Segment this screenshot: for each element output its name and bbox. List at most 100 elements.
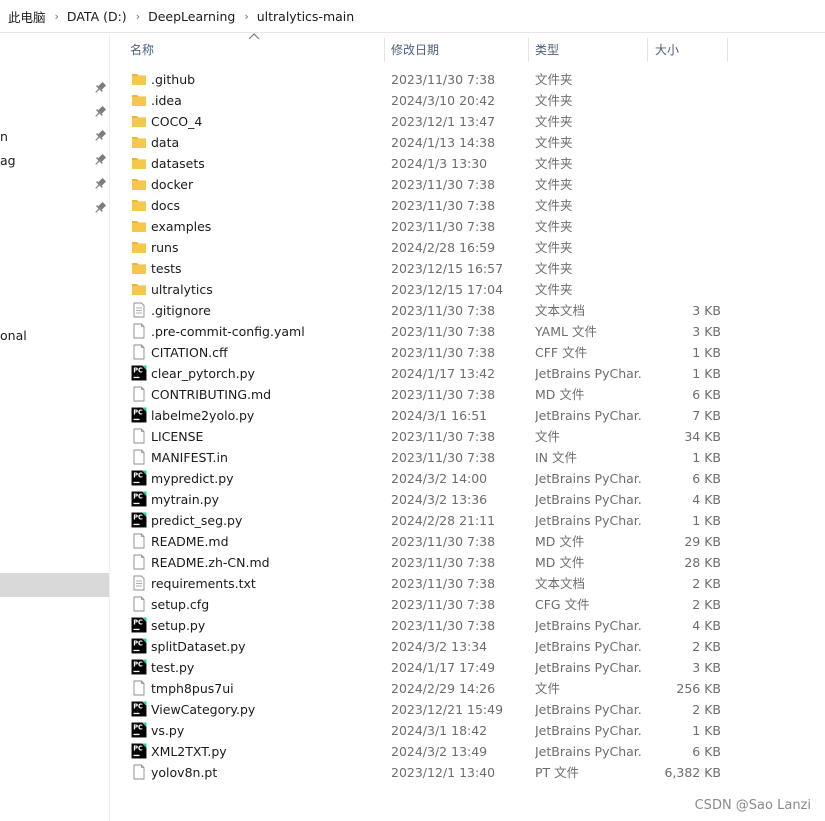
file-date: 2024/3/2 13:34 — [391, 639, 488, 654]
column-divider[interactable] — [528, 38, 529, 62]
chevron-right-icon[interactable]: › — [244, 10, 248, 23]
file-row[interactable]: README.md 2023/11/30 7:38 MD 文件 29 KB — [110, 531, 825, 552]
column-header-date[interactable]: 修改日期 — [391, 34, 439, 66]
file-size — [650, 195, 721, 216]
file-type: JetBrains PyChar... — [535, 744, 643, 759]
file-row[interactable]: PC XML2TXT.py 2024/3/2 13:49 JetBrains PyCh… — [110, 741, 825, 762]
pin-icon[interactable] — [92, 176, 108, 192]
file-row[interactable]: PC vs.py 2024/3/1 18:42 JetBrains PyChar...… — [110, 720, 825, 741]
svg-text:PC: PC — [133, 661, 143, 669]
file-row[interactable]: MANIFEST.in 2023/11/30 7:38 IN 文件 1 KB — [110, 447, 825, 468]
file-row[interactable]: PC clear_pytorch.py 2024/1/17 13:42 JetBrai… — [110, 363, 825, 384]
nav-item-partial[interactable]: n — [0, 129, 8, 147]
pin-icon[interactable] — [92, 152, 108, 168]
file-row[interactable]: PC setup.py 2023/11/30 7:38 JetBrains PyCha… — [110, 615, 825, 636]
file-row[interactable]: requirements.txt 2023/11/30 7:38 文本文档 2 KB — [110, 573, 825, 594]
file-name: XML2TXT.py — [151, 744, 227, 759]
pycharm-file-icon: PC — [131, 512, 147, 528]
nav-item-partial[interactable]: ag — [0, 153, 16, 171]
column-header-type[interactable]: 类型 — [535, 34, 559, 66]
file-row[interactable]: PC mypredict.py 2024/3/2 14:00 JetBrains Py… — [110, 468, 825, 489]
chevron-right-icon[interactable]: › — [136, 10, 140, 23]
file-date: 2024/3/2 14:00 — [391, 471, 488, 486]
file-name: CITATION.cff — [151, 345, 228, 360]
svg-text:PC: PC — [133, 640, 143, 648]
file-name: examples — [151, 219, 212, 234]
folder-row[interactable]: docker 2023/11/30 7:38 文件夹 — [110, 174, 825, 195]
folder-row[interactable]: COCO_4 2023/12/1 13:47 文件夹 — [110, 111, 825, 132]
breadcrumb-this-pc[interactable]: 此电脑 — [8, 7, 46, 26]
folder-row[interactable]: data 2024/1/13 14:38 文件夹 — [110, 132, 825, 153]
file-row[interactable]: PC splitDataset.py 2024/3/2 13:34 JetBrains… — [110, 636, 825, 657]
file-row[interactable]: CONTRIBUTING.md 2023/11/30 7:38 MD 文件 6 KB — [110, 384, 825, 405]
file-size — [650, 279, 721, 300]
folder-row[interactable]: runs 2024/2/28 16:59 文件夹 — [110, 237, 825, 258]
file-row[interactable]: yolov8n.pt 2023/12/1 13:40 PT 文件 6,382 KB — [110, 762, 825, 783]
file-type: 文件夹 — [535, 156, 573, 171]
column-divider[interactable] — [647, 38, 648, 62]
svg-text:PC: PC — [133, 409, 143, 417]
column-divider[interactable] — [384, 38, 385, 62]
folder-icon — [132, 116, 146, 127]
file-date: 2024/3/10 20:42 — [391, 93, 496, 108]
file-size: 29 KB — [684, 534, 721, 549]
file-row[interactable]: setup.cfg 2023/11/30 7:38 CFG 文件 2 KB — [110, 594, 825, 615]
navigation-pane: n ag onal — [0, 34, 110, 821]
file-row[interactable]: README.zh-CN.md 2023/11/30 7:38 MD 文件 28 KB — [110, 552, 825, 573]
file-row[interactable]: PC ViewCategory.py 2023/12/21 15:49 JetBrai… — [110, 699, 825, 720]
nav-item-partial[interactable]: onal — [0, 328, 27, 346]
folder-icon — [132, 221, 146, 232]
file-size: 2 KB — [692, 576, 721, 591]
file-date: 2023/11/30 7:38 — [391, 597, 496, 612]
file-row[interactable]: PC labelme2yolo.py 2024/3/1 16:51 JetBrains… — [110, 405, 825, 426]
folder-row[interactable]: tests 2023/12/15 16:57 文件夹 — [110, 258, 825, 279]
file-row[interactable]: .gitignore 2023/11/30 7:38 文本文档 3 KB — [110, 300, 825, 321]
file-type: JetBrains PyChar... — [535, 618, 643, 633]
file-size: 28 KB — [684, 555, 721, 570]
breadcrumb-deeplearning[interactable]: DeepLearning — [148, 9, 235, 24]
file-row[interactable]: PC predict_seg.py 2024/2/28 21:11 JetBrains… — [110, 510, 825, 531]
column-divider[interactable] — [727, 38, 728, 62]
file-row[interactable]: LICENSE 2023/11/30 7:38 文件 34 KB — [110, 426, 825, 447]
folder-row[interactable]: .idea 2024/3/10 20:42 文件夹 — [110, 90, 825, 111]
file-row[interactable]: tmph8pus7ui 2024/2/29 14:26 文件 256 KB — [110, 678, 825, 699]
file-type: 文本文档 — [535, 303, 586, 318]
file-row[interactable]: CITATION.cff 2023/11/30 7:38 CFF 文件 1 KB — [110, 342, 825, 363]
pin-icon[interactable] — [92, 200, 108, 216]
file-name: mypredict.py — [151, 471, 234, 486]
file-date: 2023/11/30 7:38 — [391, 72, 496, 87]
folder-row[interactable]: docs 2023/11/30 7:38 文件夹 — [110, 195, 825, 216]
file-date: 2023/12/1 13:40 — [391, 765, 496, 780]
column-header-name[interactable]: 名称 — [130, 34, 154, 66]
file-type: 文件夹 — [535, 219, 573, 234]
file-name: mytrain.py — [151, 492, 219, 507]
file-name: setup.py — [151, 618, 206, 633]
pin-icon[interactable] — [92, 104, 108, 120]
column-header-size[interactable]: 大小 — [655, 34, 679, 66]
breadcrumb-current-folder[interactable]: ultralytics-main — [257, 9, 354, 24]
file-size — [650, 132, 721, 153]
file-date: 2023/11/30 7:38 — [391, 534, 496, 549]
file-size: 6 KB — [692, 744, 721, 759]
file-date: 2023/11/30 7:38 — [391, 450, 496, 465]
pin-icon[interactable] — [92, 80, 108, 96]
file-size — [650, 216, 721, 237]
file-row[interactable]: .pre-commit-config.yaml 2023/11/30 7:38 YA… — [110, 321, 825, 342]
file-icon — [133, 449, 145, 465]
file-type: IN 文件 — [535, 450, 578, 465]
file-type: 文件夹 — [535, 198, 573, 213]
folder-row[interactable]: ultralytics 2023/12/15 17:04 文件夹 — [110, 279, 825, 300]
file-date: 2023/11/30 7:38 — [391, 429, 496, 444]
pin-icon[interactable] — [92, 128, 108, 144]
file-row[interactable]: PC mytrain.py 2024/3/2 13:36 JetBrains PyCh… — [110, 489, 825, 510]
file-row[interactable]: PC test.py 2024/1/17 17:49 JetBrains PyChar… — [110, 657, 825, 678]
breadcrumb-drive[interactable]: DATA (D:) — [67, 9, 127, 24]
file-name: COCO_4 — [151, 114, 203, 129]
folder-row[interactable]: examples 2023/11/30 7:38 文件夹 — [110, 216, 825, 237]
folder-row[interactable]: .github 2023/11/30 7:38 文件夹 — [110, 69, 825, 90]
chevron-right-icon[interactable]: › — [55, 10, 59, 23]
nav-item-selected[interactable] — [0, 573, 109, 597]
file-date: 2023/12/15 16:57 — [391, 261, 504, 276]
file-icon — [133, 596, 145, 612]
folder-row[interactable]: datasets 2024/1/3 13:30 文件夹 — [110, 153, 825, 174]
